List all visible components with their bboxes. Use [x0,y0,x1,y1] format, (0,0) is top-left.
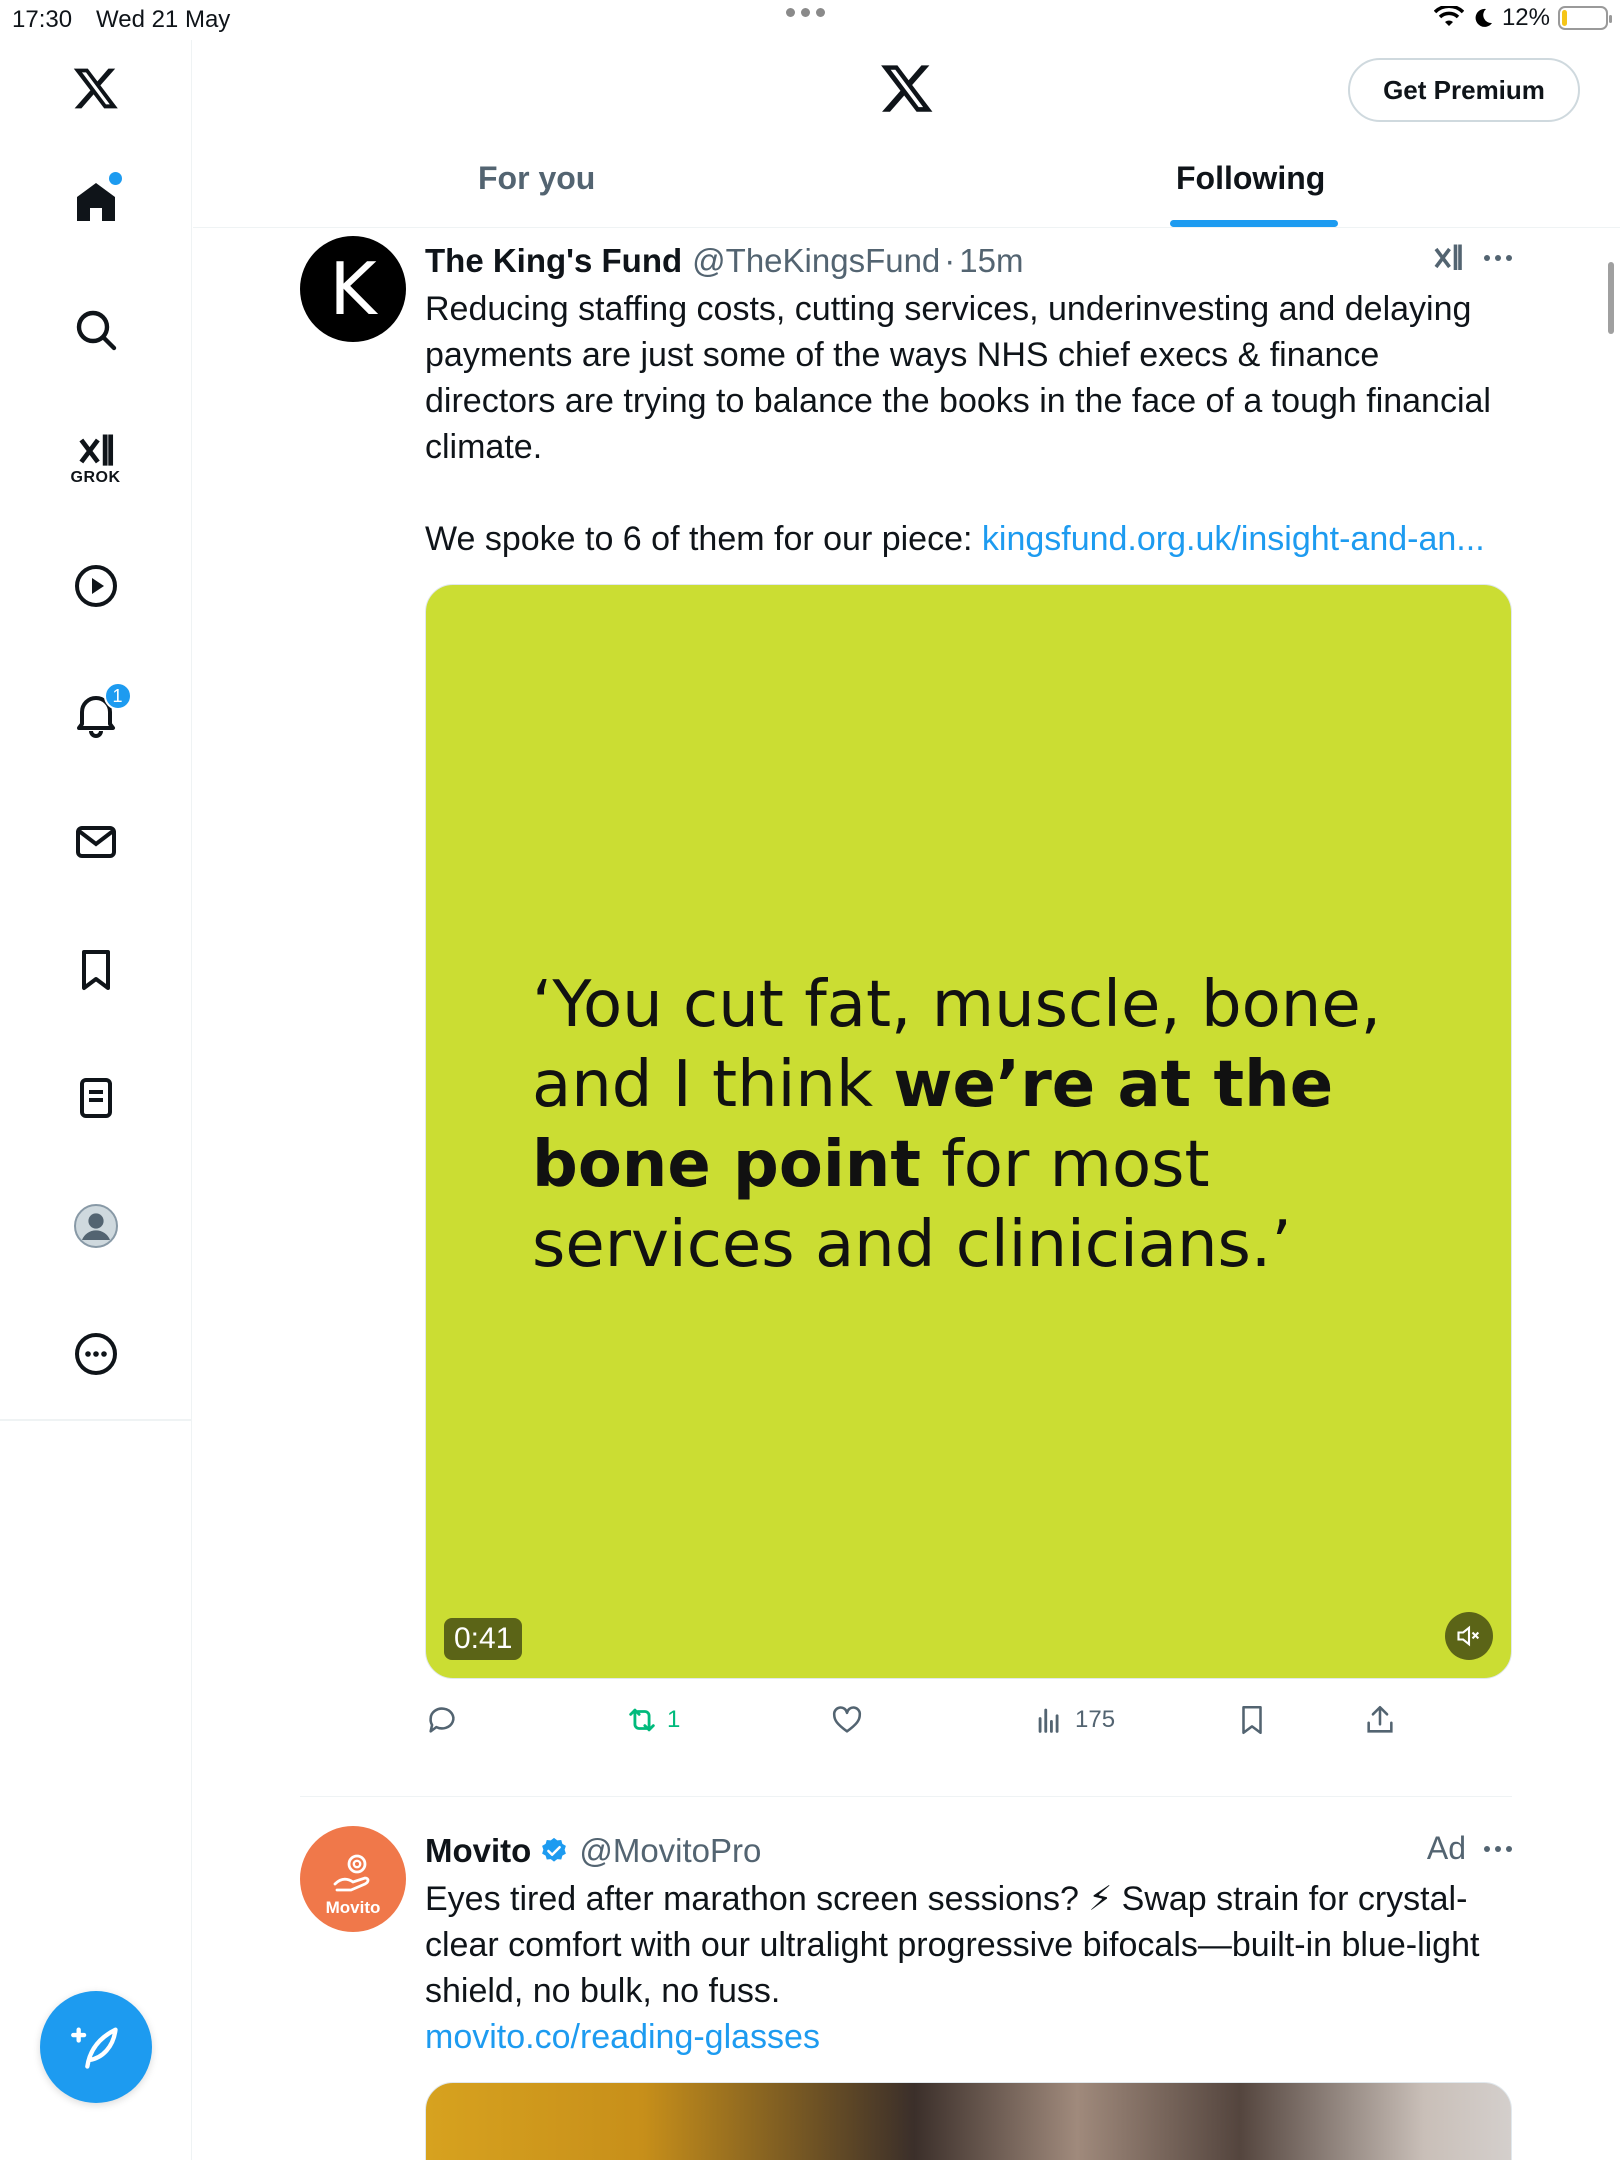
battery-icon [1558,6,1612,30]
wifi-icon [1433,6,1464,26]
get-premium-button[interactable]: Get Premium [1348,58,1580,122]
reply-button[interactable] [425,1703,459,1737]
mail-icon [75,826,116,858]
moon-icon [1475,8,1492,27]
sidebar-item-more[interactable] [56,1314,136,1394]
search-icon [76,310,116,351]
author-handle[interactable]: @MovitoPro [579,1832,761,1870]
tab-following[interactable]: Following [1176,160,1325,226]
ad-image[interactable] [425,2082,1512,2160]
battery-percent: 12% [1501,4,1550,31]
notification-badge: 1 [103,682,132,710]
like-button[interactable] [830,1703,864,1737]
status-right: 12% [1433,4,1612,32]
status-bar: 17:30 Wed 21 May 12% [0,0,1620,40]
sidebar-item-search[interactable] [56,290,136,370]
retweet-count: 1 [667,1706,681,1733]
home-icon [76,183,115,221]
bookmark-icon [1242,1705,1262,1735]
ad-label: Ad [1426,1830,1466,1866]
more-circle-icon [74,1333,117,1375]
profile-avatar-icon [73,1204,118,1248]
scrollbar[interactable] [1608,262,1614,334]
bookmark-icon [81,950,110,990]
tweet-actions: 1 175 [425,1689,1512,1769]
sidebar-nav: GROK 1 [0,40,192,2160]
status-date: Wed 21 May [96,6,231,33]
tweet-text-second: We spoke to 6 of them for our piece: [425,520,973,558]
compose-post-button[interactable] [40,1991,152,2103]
sidebar-item-profile[interactable] [56,1186,136,1266]
sidebar-item-video[interactable] [56,546,136,626]
tweet-divider [300,1796,1512,1797]
author-handle[interactable]: @TheKingsFund [692,242,940,280]
views-count: 175 [1075,1706,1116,1733]
retweet-icon [629,1708,655,1732]
sidebar-item-lists[interactable] [56,1058,136,1138]
tweet-header: The King's Fund @TheKingsFund · 15m [425,236,1512,286]
video-duration: 0:41 [444,1618,523,1660]
avatar[interactable]: Movito [300,1826,406,1932]
tweet-text-main: Reducing staffing costs, cutting service… [425,290,1491,466]
movito-logo-icon [333,1854,370,1892]
heart-icon [832,1706,862,1733]
speaker-muted-icon [1457,1625,1480,1647]
play-circle-icon [74,565,117,607]
tweet-link[interactable]: movito.co/reading-glasses [425,2014,1512,2060]
x-logo-icon [73,68,118,109]
avatar-text: Movito [325,1898,381,1917]
sidebar-item-bookmarks[interactable] [56,930,136,1010]
grok-label: GROK [70,469,121,486]
verified-badge-icon [542,1837,567,1862]
tweet-text-second-line: We spoke to 6 of them for our piece: kin… [425,516,1512,562]
top-header: Get Premium For you Following [193,40,1620,228]
avatar[interactable]: K [300,236,406,342]
sidebar-item-grok[interactable]: GROK [56,418,136,498]
grok-icon [78,434,113,466]
nav-divider [0,1419,192,1421]
tweet-text-main: Eyes tired after marathon screen session… [425,1880,1480,2010]
sidebar-item-home[interactable] [56,162,136,242]
tweet-header: Movito @MovitoPro [425,1826,1512,1876]
tweet-time[interactable]: 15m [959,242,1023,280]
more-options-icon[interactable] [1484,255,1512,261]
multitasking-dots[interactable] [786,8,825,17]
video-quote: ‘You cut fat, muscle, bone, and I think … [532,965,1432,1285]
tweet-link[interactable]: kingsfund.org.uk/insight-and-an... [982,520,1485,558]
reply-icon [429,1707,455,1733]
sidebar-item-notifications[interactable]: 1 [56,674,136,754]
sidebar-item-messages[interactable] [56,802,136,882]
x-logo-icon[interactable] [879,60,935,116]
home-unread-dot [108,172,122,185]
more-options-icon[interactable] [1484,1845,1512,1852]
views-chart-icon [1038,1708,1059,1733]
grok-icon[interactable] [1430,240,1466,276]
compose-feather-icon [71,2027,118,2069]
list-icon [79,1078,112,1118]
active-tab-indicator [1170,220,1338,227]
author-name[interactable]: Movito [425,1832,531,1870]
separator: · [944,242,956,279]
retweet-button[interactable]: 1 [625,1703,680,1737]
video-player[interactable]: ‘You cut fat, muscle, bone, and I think … [425,584,1512,1679]
views-button[interactable]: 175 [1033,1703,1115,1737]
x-logo[interactable] [56,48,136,128]
tab-for-you[interactable]: For you [478,160,595,226]
mute-button[interactable] [1445,1612,1493,1660]
bookmark-button[interactable] [1235,1703,1269,1737]
status-time: 17:30 [12,6,73,33]
tweet-text: Eyes tired after marathon screen session… [425,1876,1512,2060]
author-name[interactable]: The King's Fund [425,242,682,280]
share-icon [1367,1705,1393,1733]
share-button[interactable] [1363,1703,1397,1737]
tweet-text: Reducing staffing costs, cutting service… [425,286,1512,562]
